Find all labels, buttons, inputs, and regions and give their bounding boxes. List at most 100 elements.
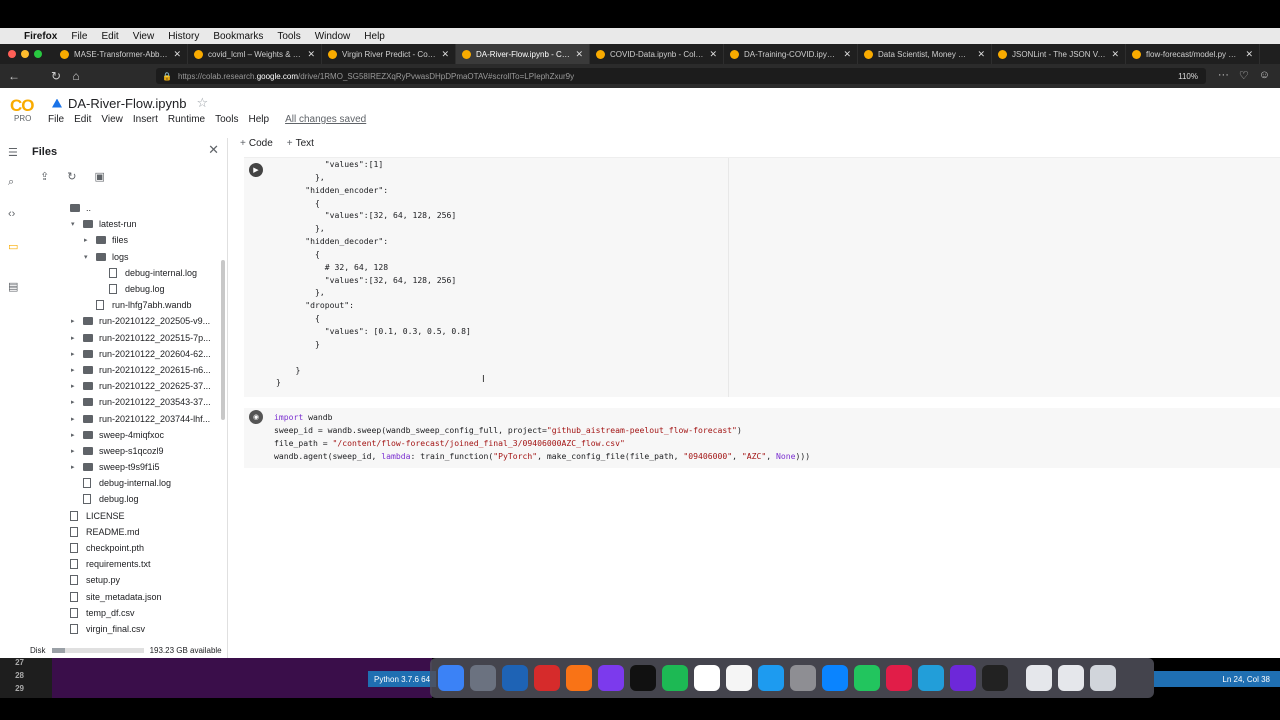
browser-tab[interactable]: DA-Training-COVID.ipynb - C ✕ (724, 44, 858, 64)
expand-caret-icon[interactable]: ▾ (84, 253, 92, 261)
expand-caret-icon[interactable]: ▸ (71, 447, 79, 455)
tree-folder[interactable]: ▸ files (28, 232, 224, 248)
tree-folder[interactable]: ▸sample_data (28, 637, 224, 640)
running-cell-button[interactable]: ◉ (249, 410, 263, 424)
menubar-file[interactable]: File (71, 31, 87, 42)
zoom-level[interactable]: 110% (1178, 72, 1198, 81)
run-cell-button[interactable]: ▶ (249, 163, 263, 177)
browser-tab[interactable]: Virgin River Predict - Colabor ✕ (322, 44, 456, 64)
close-tab-icon[interactable]: ✕ (843, 49, 851, 60)
github-desktop-icon[interactable] (598, 665, 624, 691)
browser-tab[interactable]: covid_lcml – Weights & Biases ✕ (188, 44, 322, 64)
folder-icon[interactable]: ▭ (8, 240, 18, 253)
code-cell-config[interactable]: "values":[1] }, "hidden_encoder": { "val… (244, 157, 1280, 397)
tree-file[interactable]: LICENSE (28, 508, 224, 524)
close-tab-icon[interactable]: ✕ (1111, 49, 1119, 60)
terminal-app-icon[interactable] (630, 665, 656, 691)
tree-folder[interactable]: ▾ logs (28, 249, 224, 265)
files-scrollbar[interactable] (221, 260, 225, 420)
tree-file[interactable]: requirements.txt (28, 556, 224, 572)
anaconda-icon[interactable] (822, 665, 848, 691)
tree-folder[interactable]: ▸ run-20210122_202625-37... (28, 378, 224, 394)
expand-caret-icon[interactable]: ▸ (84, 236, 92, 244)
notebook-title[interactable]: DA-River-Flow.ipynb (68, 96, 186, 111)
tree-folder[interactable]: ▾ latest-run (28, 216, 224, 232)
menubar-window[interactable]: Window (315, 31, 351, 42)
back-icon[interactable]: ← (4, 69, 24, 83)
tree-file[interactable]: debug-internal.log (28, 475, 224, 491)
app-store-icon[interactable] (758, 665, 784, 691)
star-icon[interactable]: ☆ (196, 95, 208, 111)
expand-caret-icon[interactable]: ▸ (71, 317, 79, 325)
cursor-position[interactable]: Ln 24, Col 38 (1154, 671, 1280, 687)
menu-help[interactable]: Help (248, 114, 269, 125)
python-version[interactable]: Python 3.7.6 64 (368, 671, 437, 687)
expand-caret-icon[interactable]: ▸ (71, 366, 79, 374)
expand-caret-icon[interactable]: ▸ (71, 463, 79, 471)
toc-icon[interactable]: ☰ (8, 146, 18, 159)
add-text-button[interactable]: + Text (287, 138, 314, 149)
browser-tab[interactable]: Data Scientist, Money Move ✕ (858, 44, 992, 64)
minimize-window-icon[interactable] (21, 50, 29, 58)
finder-icon[interactable] (438, 665, 464, 691)
url-field[interactable]: 🔒 https://colab.research.google.com/driv… (156, 68, 1206, 84)
tree-folder[interactable]: ▸ sweep-t9s9f1i5 (28, 459, 224, 475)
more-icon[interactable]: ··· (1218, 69, 1229, 82)
tree-folder[interactable]: ▸ run-20210122_202604-62... (28, 346, 224, 362)
slack-icon[interactable] (886, 665, 912, 691)
tree-file[interactable]: debug-internal.log (28, 265, 224, 281)
expand-caret-icon[interactable]: ▸ (71, 382, 79, 390)
spotify-icon[interactable] (662, 665, 688, 691)
code-cell-sweep[interactable]: import wandb sweep_id = wandb.sweep(wand… (244, 408, 1280, 468)
pocket-icon[interactable]: ♡ (1239, 69, 1249, 82)
search-icon[interactable]: ⌕ (8, 176, 14, 189)
menu-runtime[interactable]: Runtime (168, 114, 205, 125)
menu-tools[interactable]: Tools (215, 114, 238, 125)
zoom-window-icon[interactable] (34, 50, 42, 58)
tree-file[interactable]: run-lhfg7abh.wandb (28, 297, 224, 313)
tree-folder[interactable]: ▸ run-20210122_203744-lhf... (28, 410, 224, 426)
browser-tab[interactable]: MASE-Transformer-Abbrv.ip ✕ (54, 44, 188, 64)
account-icon[interactable]: ☺ (1259, 69, 1270, 82)
close-window-icon[interactable] (8, 50, 16, 58)
tree-folder[interactable]: ▸ run-20210122_202505-v9... (28, 313, 224, 329)
save-status[interactable]: All changes saved (285, 114, 366, 125)
refresh-folder-icon[interactable]: ↻ (67, 170, 76, 183)
expand-caret-icon[interactable]: ▸ (71, 350, 79, 358)
vscode-icon[interactable] (502, 665, 528, 691)
code-snippets-icon[interactable]: ‹› (8, 208, 15, 220)
close-tab-icon[interactable]: ✕ (575, 49, 583, 60)
tree-file[interactable]: checkpoint.pth (28, 540, 224, 556)
tor-icon[interactable] (950, 665, 976, 691)
menubar-bookmarks[interactable]: Bookmarks (213, 31, 263, 42)
cell-code[interactable]: import wandb sweep_id = wandb.sweep(wand… (274, 411, 810, 462)
colab-logo[interactable]: CO PRO (10, 96, 38, 123)
menu-file[interactable]: File (48, 114, 64, 125)
tree-file[interactable]: debug.log (28, 281, 224, 297)
mount-drive-icon[interactable]: ▣ (94, 170, 104, 183)
system-preferences-icon[interactable] (790, 665, 816, 691)
downloads-icon[interactable] (1058, 665, 1084, 691)
tree-file[interactable]: virgin_final.csv (28, 621, 224, 637)
menubar-help[interactable]: Help (364, 31, 385, 42)
tree-folder[interactable]: ▸ sweep-4miqfxoc (28, 427, 224, 443)
menu-insert[interactable]: Insert (133, 114, 158, 125)
upload-icon[interactable]: ⇪ (40, 170, 49, 183)
close-tab-icon[interactable]: ✕ (173, 49, 181, 60)
tree-file[interactable]: site_metadata.json (28, 589, 224, 605)
tree-folder[interactable]: ▸ run-20210122_203543-37... (28, 394, 224, 410)
menu-edit[interactable]: Edit (74, 114, 91, 125)
expand-caret-icon[interactable]: ▸ (71, 334, 79, 342)
home-icon[interactable]: ⌂ (66, 69, 86, 83)
menubar-app-name[interactable]: Firefox (24, 31, 57, 42)
tree-folder[interactable]: ▸ run-20210122_202515-7p... (28, 330, 224, 346)
browser-tab[interactable]: COVID-Data.ipynb - Colabora ✕ (590, 44, 724, 64)
menubar-edit[interactable]: Edit (101, 31, 118, 42)
tree-file[interactable]: temp_df.csv (28, 605, 224, 621)
tree-file[interactable]: setup.py (28, 572, 224, 588)
notes-icon[interactable] (726, 665, 752, 691)
menubar-history[interactable]: History (168, 31, 199, 42)
expand-caret-icon[interactable]: ▸ (71, 398, 79, 406)
opera-icon[interactable] (534, 665, 560, 691)
launchpad-icon[interactable] (470, 665, 496, 691)
